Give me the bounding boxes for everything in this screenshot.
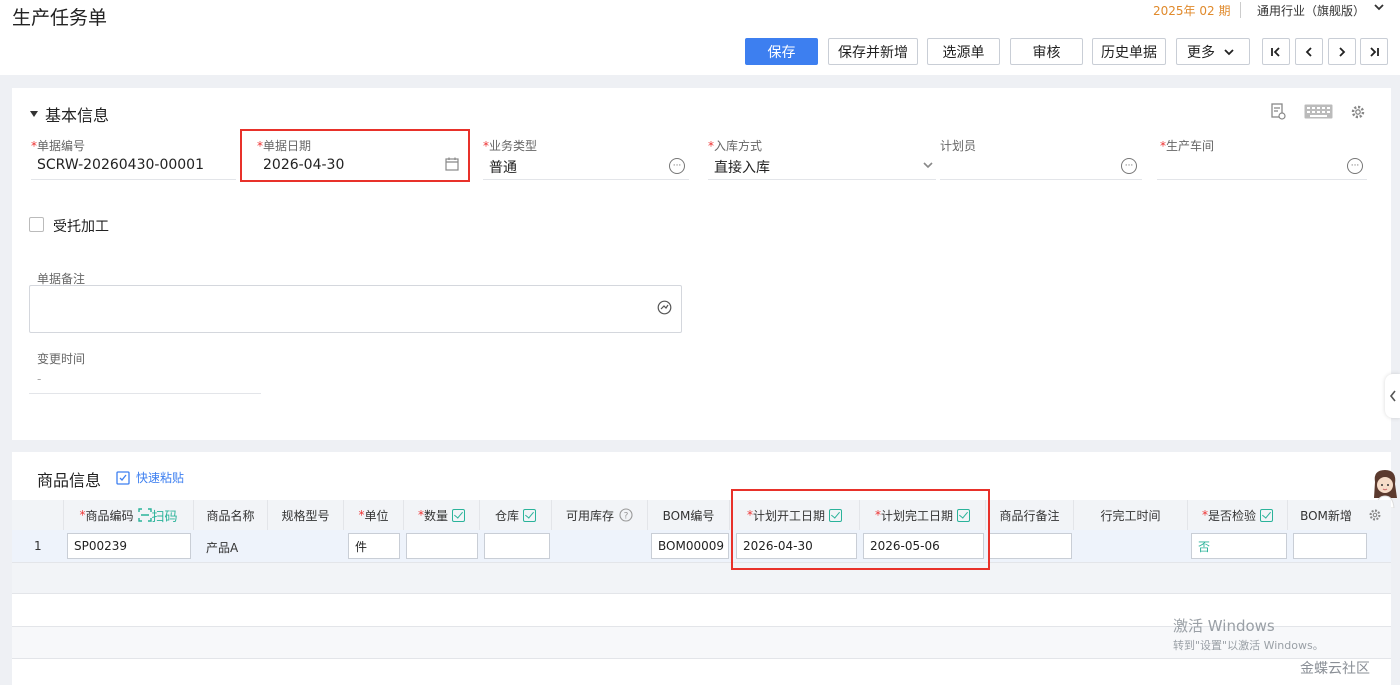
doc-no-value[interactable]: SCRW-20260430-00001 — [37, 157, 204, 173]
qty-input[interactable] — [406, 533, 478, 559]
more-options-icon[interactable]: ··· — [1347, 158, 1363, 174]
basic-info-title: 基本信息 — [45, 106, 110, 125]
quick-paste-label: 快速粘贴 — [136, 471, 185, 485]
batch-fill-icon[interactable] — [523, 508, 536, 522]
history-button[interactable]: 历史单据 — [1092, 38, 1166, 65]
doc-date-label: *单据日期 — [257, 139, 312, 153]
col-bom: BOM编号 — [648, 500, 730, 530]
consign-checkbox[interactable] — [29, 217, 44, 232]
col-row-remark: 商品行备注 — [986, 500, 1074, 530]
col-warehouse: 仓库 — [480, 500, 552, 530]
next-record-button[interactable] — [1328, 38, 1356, 65]
col-code: * 商品编码 扫码 — [64, 500, 194, 530]
divider — [483, 179, 689, 180]
divider — [12, 658, 1391, 659]
voice-input-icon[interactable] — [657, 300, 672, 319]
doc-date-input[interactable]: 2026-04-30 — [263, 157, 344, 173]
last-record-button[interactable] — [1360, 38, 1388, 65]
col-bom-new: BOM新增 — [1288, 500, 1364, 530]
activation-watermark-title: 激活 Windows — [1173, 617, 1275, 635]
biz-type-value[interactable]: 普通 — [489, 157, 517, 177]
chevron-down-icon[interactable] — [1372, 0, 1386, 18]
chevron-left-icon — [1305, 46, 1312, 57]
table-row[interactable] — [12, 563, 1391, 593]
row-index: 1 — [34, 539, 42, 553]
chevron-down-icon — [1224, 48, 1234, 55]
batch-fill-icon[interactable] — [1260, 508, 1273, 522]
divider — [708, 179, 936, 180]
keyboard-icon[interactable] — [1304, 104, 1333, 123]
more-options-icon[interactable]: ··· — [1121, 158, 1137, 174]
print-settings-icon[interactable] — [1270, 103, 1286, 124]
first-page-icon — [1271, 46, 1280, 57]
paste-icon — [116, 470, 130, 485]
col-name: 商品名称 — [194, 500, 268, 530]
divider — [1240, 2, 1241, 18]
divider — [1157, 179, 1367, 180]
product-name: 产品A — [206, 541, 239, 555]
more-options-icon[interactable]: ··· — [669, 158, 685, 174]
col-spec: 规格型号 — [268, 500, 344, 530]
col-index — [12, 500, 64, 530]
scan-button[interactable]: 扫码 — [137, 506, 178, 525]
planner-label: 计划员 — [940, 139, 977, 153]
quick-paste-button[interactable]: 快速粘贴 — [116, 469, 184, 486]
row-remark-input[interactable] — [989, 533, 1072, 559]
doc-no-label: *单据编号 — [31, 139, 86, 153]
col-row-done: 行完工时间 — [1074, 500, 1188, 530]
last-page-icon — [1370, 46, 1379, 57]
bom-new-input[interactable] — [1293, 533, 1367, 559]
consign-label: 受托加工 — [53, 219, 109, 235]
batch-fill-icon[interactable] — [452, 508, 465, 522]
workshop-label: *生产车间 — [1160, 139, 1215, 153]
caret-down-icon — [30, 111, 38, 117]
unit-input[interactable]: 件 — [348, 533, 400, 559]
prev-record-button[interactable] — [1295, 38, 1323, 65]
scan-icon — [137, 508, 152, 522]
basic-info-toggle[interactable]: 基本信息 — [29, 102, 109, 126]
save-and-new-button[interactable]: 保存并新增 — [828, 38, 918, 65]
inbound-label: *入库方式 — [708, 139, 763, 153]
divider — [31, 179, 236, 180]
warehouse-input[interactable] — [484, 533, 550, 559]
chevron-down-icon[interactable] — [922, 159, 934, 175]
divider — [29, 393, 261, 394]
select-source-button[interactable]: 选源单 — [927, 38, 1000, 65]
col-qty: * 数量 — [404, 500, 480, 530]
remark-textarea[interactable] — [29, 285, 682, 333]
divider — [940, 179, 1142, 180]
gear-icon[interactable] — [1350, 104, 1366, 124]
col-unit: * 单位 — [344, 500, 404, 530]
side-panel-toggle[interactable] — [1385, 374, 1400, 418]
bom-input[interactable]: BOM00009 — [651, 533, 729, 559]
more-button[interactable]: 更多 — [1176, 38, 1250, 65]
inspect-select[interactable]: 否 — [1191, 533, 1287, 559]
inbound-select[interactable]: 直接入库 — [714, 157, 770, 177]
col-stock: 可用库存 ? — [552, 500, 648, 530]
change-time-value: - — [37, 372, 42, 386]
highlight-box — [731, 489, 990, 570]
code-input[interactable]: SP00239 — [67, 533, 191, 559]
audit-button[interactable]: 审核 — [1010, 38, 1083, 65]
change-time-label: 变更时间 — [37, 352, 86, 366]
industry-selector[interactable]: 通用行业（旗舰版） — [1257, 2, 1365, 19]
divider — [12, 593, 1391, 594]
save-button[interactable]: 保存 — [745, 38, 818, 65]
activation-watermark-text: 转到"设置"以激活 Windows。 — [1173, 639, 1324, 652]
page-title: 生产任务单 — [12, 7, 108, 29]
biz-type-label: *业务类型 — [483, 139, 538, 153]
column-settings-icon[interactable] — [1368, 508, 1382, 526]
more-label: 更多 — [1187, 44, 1215, 61]
period-label[interactable]: 2025年 02 期 — [1153, 2, 1230, 19]
first-record-button[interactable] — [1262, 38, 1290, 65]
calendar-icon[interactable] — [445, 157, 459, 175]
brand-watermark: 金蝶云社区 — [1300, 661, 1370, 677]
chevron-right-icon — [1339, 46, 1346, 57]
goods-title: 商品信息 — [37, 471, 102, 490]
col-inspect: * 是否检验 — [1188, 500, 1288, 530]
svg-text:?: ? — [624, 512, 629, 522]
help-icon[interactable]: ? — [619, 508, 633, 522]
chevron-left-icon — [1389, 390, 1396, 402]
